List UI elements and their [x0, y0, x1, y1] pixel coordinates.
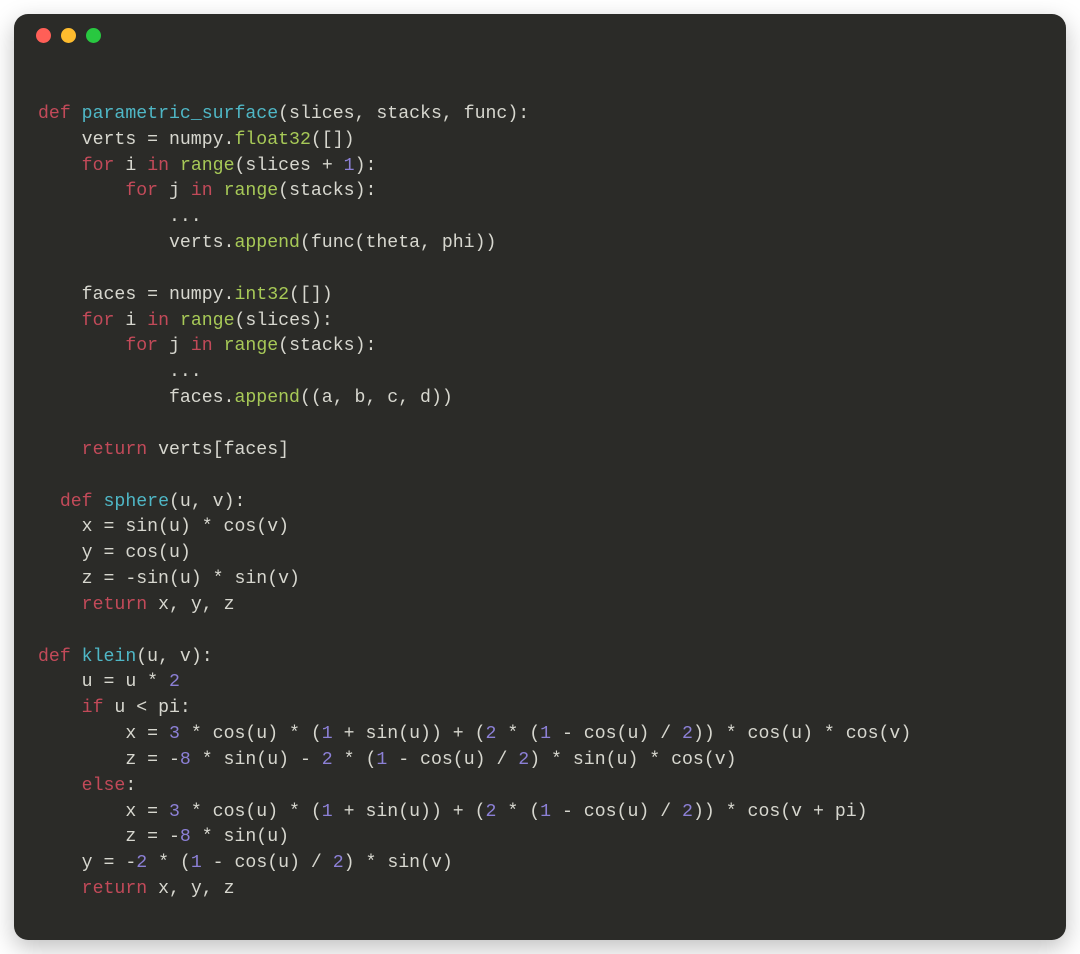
- token-num: 2: [333, 853, 344, 873]
- token-num: 2: [486, 724, 497, 744]
- minimize-icon[interactable]: [61, 28, 76, 43]
- token-num: 2: [682, 724, 693, 744]
- token-num: 1: [191, 853, 202, 873]
- token-num: 8: [180, 750, 191, 770]
- close-icon[interactable]: [36, 28, 51, 43]
- token-kw: def: [38, 104, 82, 124]
- token-num: 2: [169, 672, 180, 692]
- token-kw: for: [82, 156, 126, 176]
- token-num: 1: [322, 802, 333, 822]
- token-num: 2: [486, 802, 497, 822]
- token-num: 2: [682, 802, 693, 822]
- token-fnname: sphere: [104, 492, 170, 512]
- token-kw: def: [60, 492, 104, 512]
- token-kw: for: [125, 336, 169, 356]
- token-num: 2: [322, 750, 333, 770]
- zoom-icon[interactable]: [86, 28, 101, 43]
- token-fnname: parametric_surface: [82, 104, 278, 124]
- token-kw: for: [82, 311, 126, 331]
- token-num: 1: [376, 750, 387, 770]
- token-kw: in: [147, 156, 180, 176]
- token-call: int32: [234, 285, 289, 305]
- code-content: def parametric_surface(slices, stacks, f…: [38, 76, 1042, 903]
- token-num: 2: [518, 750, 529, 770]
- token-num: 1: [344, 156, 355, 176]
- token-num: 3: [169, 802, 180, 822]
- token-num: 8: [180, 827, 191, 847]
- token-call: range: [180, 156, 235, 176]
- token-kw: in: [191, 336, 224, 356]
- token-kw: if: [82, 698, 115, 718]
- token-num: 3: [169, 724, 180, 744]
- token-call: range: [180, 311, 235, 331]
- window-titlebar: [14, 14, 1066, 56]
- token-num: 1: [540, 724, 551, 744]
- token-num: 1: [540, 802, 551, 822]
- token-kw: def: [38, 647, 82, 667]
- token-call: range: [224, 181, 279, 201]
- code-area: def parametric_surface(slices, stacks, f…: [14, 56, 1066, 940]
- token-kw: in: [191, 181, 224, 201]
- token-num: 1: [322, 724, 333, 744]
- token-kw: return: [82, 440, 158, 460]
- token-kw: in: [147, 311, 180, 331]
- app-frame: def parametric_surface(slices, stacks, f…: [0, 0, 1080, 954]
- token-call: append: [234, 233, 300, 253]
- token-call: range: [224, 336, 279, 356]
- token-call: append: [234, 388, 300, 408]
- token-num: 2: [136, 853, 147, 873]
- token-fnname: klein: [82, 647, 137, 667]
- token-kw: for: [125, 181, 169, 201]
- token-call: float32: [234, 130, 310, 150]
- token-kw: else: [82, 776, 126, 796]
- token-kw: return: [82, 595, 158, 615]
- editor-window: def parametric_surface(slices, stacks, f…: [14, 14, 1066, 940]
- token-kw: return: [82, 879, 158, 899]
